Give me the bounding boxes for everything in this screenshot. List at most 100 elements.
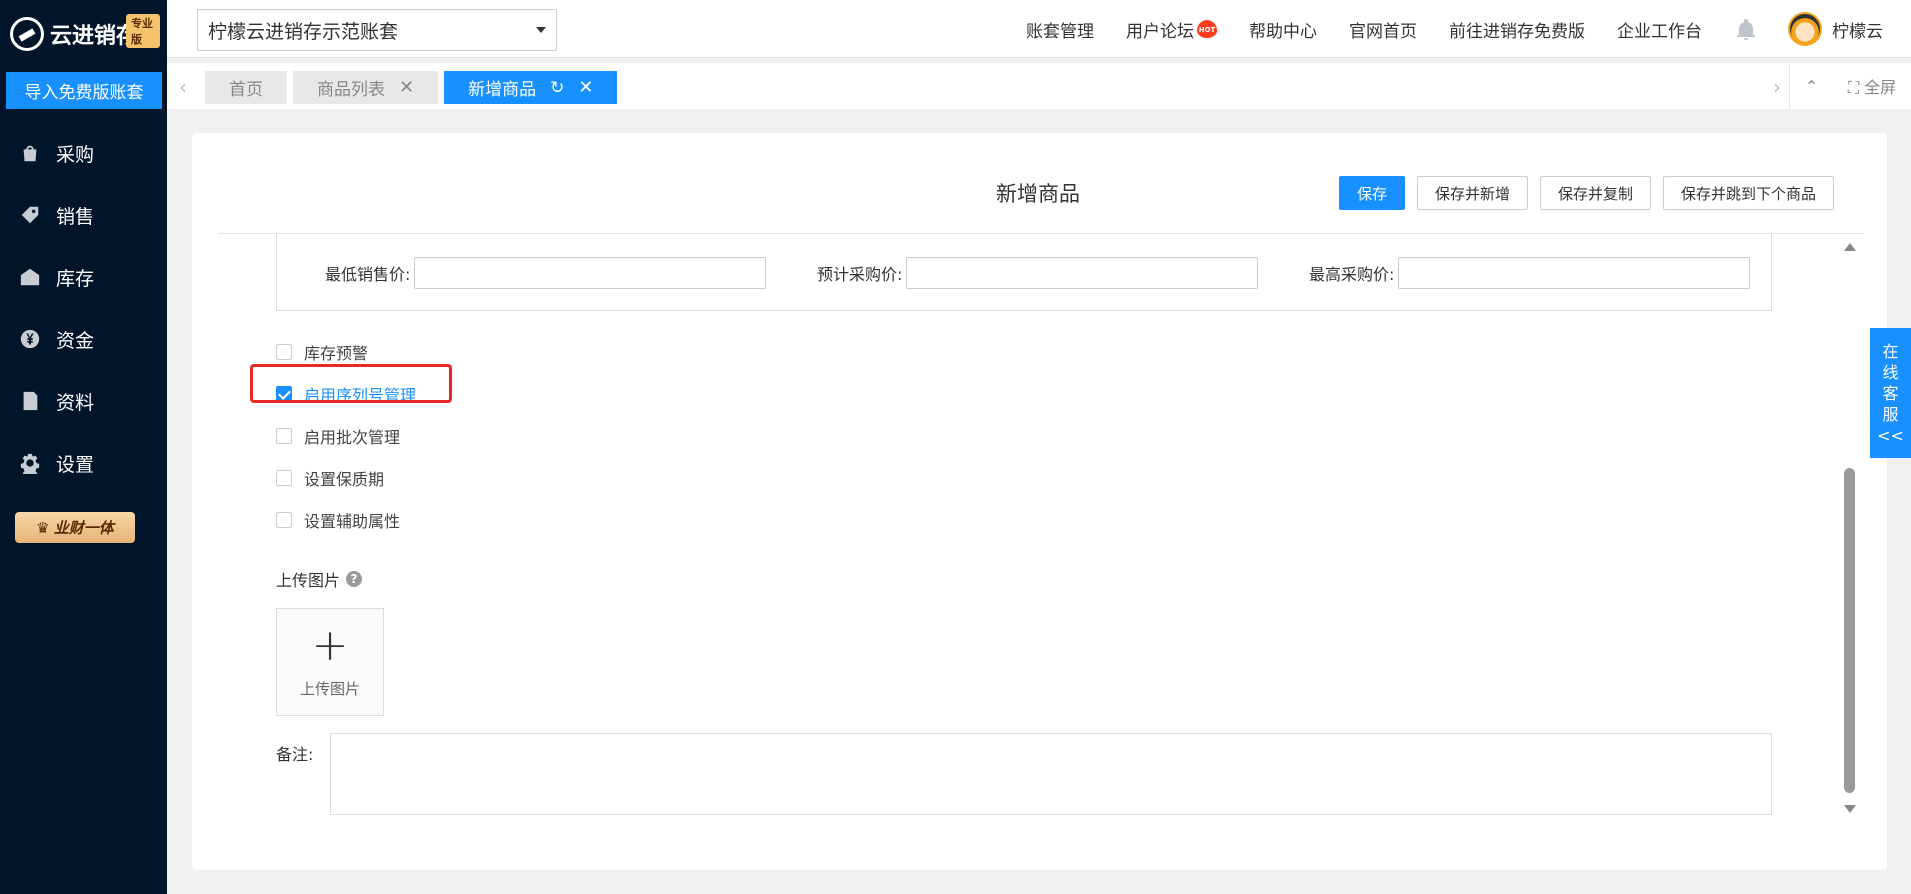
account-select[interactable]: 柠檬云进销存示范账套: [197, 9, 557, 51]
action-buttons: 保存 保存并新增 保存并复制 保存并跳到下个商品: [1338, 176, 1834, 210]
avatar: [1788, 12, 1822, 46]
option-label: 设置辅助属性: [304, 512, 401, 531]
fullscreen-button[interactable]: ⛶ 全屏: [1848, 74, 1896, 98]
page-title: 新增商品: [996, 182, 1080, 206]
expand-arrows-icon: <<: [1877, 425, 1904, 445]
nav-enterprise-workbench[interactable]: 企业工作台: [1617, 17, 1702, 42]
online-service-button[interactable]: 在 线 客 服 <<: [1870, 328, 1911, 458]
nav-official-site[interactable]: 官网首页: [1349, 17, 1417, 42]
checkbox-checked[interactable]: [276, 386, 292, 402]
import-free-account-button[interactable]: 导入免费版账套: [6, 72, 162, 109]
scroll-down-arrow-icon[interactable]: [1844, 805, 1856, 813]
close-icon[interactable]: ✕: [578, 77, 593, 98]
max-purchase-price-input[interactable]: [1398, 257, 1751, 289]
option-checklist: 库存预警 启用序列号管理 启用批次管理 设置保质期 设置辅助属性: [276, 331, 416, 541]
sidebar-item-inventory[interactable]: 库存: [0, 246, 167, 308]
gear-icon: [18, 451, 42, 475]
hot-flame-icon: HOT: [1197, 20, 1217, 38]
remark-label: 备注:: [276, 745, 314, 764]
close-icon[interactable]: ✕: [399, 77, 414, 98]
checkbox[interactable]: [276, 344, 292, 360]
option-shelf-life[interactable]: 设置保质期: [276, 457, 416, 499]
option-batch-management[interactable]: 启用批次管理: [276, 415, 416, 457]
fullscreen-icon: ⛶: [1847, 78, 1860, 97]
tag-icon: [18, 203, 42, 227]
nav-account-management[interactable]: 账套管理: [1026, 17, 1094, 42]
collapse-up-icon[interactable]: ⌃: [1805, 77, 1818, 96]
refresh-icon[interactable]: ↻: [550, 78, 564, 98]
option-label: 设置保质期: [304, 470, 385, 489]
save-button[interactable]: 保存: [1338, 176, 1405, 210]
min-sale-price-input[interactable]: [414, 257, 767, 289]
yen-coin-icon: [18, 327, 42, 351]
service-char: 客: [1882, 383, 1899, 403]
min-sale-price-field: 最低销售价:: [325, 257, 767, 289]
help-icon[interactable]: ?: [346, 571, 363, 587]
bell-icon[interactable]: [1734, 17, 1758, 41]
tab-add-product[interactable]: 新增商品 ↻ ✕: [444, 71, 618, 104]
app-logo[interactable]: 云进销存 专业版: [10, 10, 160, 58]
account-select-value: 柠檬云进销存示范账套: [208, 20, 399, 43]
plus-icon: +: [311, 619, 349, 671]
upload-image-button[interactable]: + 上传图片: [276, 608, 384, 716]
sidebar-item-funds[interactable]: 资金: [0, 308, 167, 370]
max-purchase-price-field: 最高采购价:: [1309, 257, 1751, 289]
promo-text: 业财一体: [53, 519, 114, 537]
add-product-card: 新增商品 保存 保存并新增 保存并复制 保存并跳到下个商品 最低销售价: 预计采…: [192, 133, 1887, 870]
tab-label: 商品列表: [317, 80, 385, 100]
option-serial-number[interactable]: 启用序列号管理: [276, 373, 416, 415]
estimated-purchase-price-label: 预计采购价:: [817, 265, 903, 284]
checkbox[interactable]: [276, 470, 292, 486]
sidebar-item-purchase[interactable]: 采购: [0, 122, 167, 184]
sidebar-nav: 采购 销售 库存 资金 资料 设置: [0, 122, 167, 494]
user-menu[interactable]: 柠檬云: [1788, 12, 1883, 46]
checkbox[interactable]: [276, 512, 292, 528]
shopping-bag-icon: [18, 141, 42, 165]
save-and-copy-button[interactable]: 保存并复制: [1539, 176, 1651, 210]
fullscreen-label: 全屏: [1864, 78, 1897, 97]
option-label: 启用批次管理: [304, 428, 401, 447]
sidebar-item-data[interactable]: 资料: [0, 370, 167, 432]
checkbox[interactable]: [276, 428, 292, 444]
sidebar-item-label: 库存: [56, 267, 95, 290]
sidebar: 云进销存 专业版 导入免费版账套 采购 销售 库存 资金 资料 设置 ♛ 业财一…: [0, 0, 167, 894]
scroll-up-arrow-icon[interactable]: [1844, 243, 1856, 251]
nav-user-forum[interactable]: 用户论坛 HOT: [1126, 17, 1217, 42]
price-section: 最低销售价: 预计采购价: 最高采购价:: [276, 233, 1772, 311]
chevron-left-icon[interactable]: ‹: [179, 75, 187, 99]
document-icon: [18, 389, 42, 413]
edition-badge: 专业版: [126, 14, 160, 48]
logo-text: 云进销存: [50, 24, 139, 49]
promo-banner[interactable]: ♛ 业财一体: [15, 512, 135, 543]
tab-label: 新增商品: [468, 80, 537, 100]
save-and-next-button[interactable]: 保存并跳到下个商品: [1662, 176, 1834, 210]
option-stock-warning[interactable]: 库存预警: [276, 331, 416, 373]
sidebar-item-settings[interactable]: 设置: [0, 432, 167, 494]
caret-down-icon: [536, 27, 546, 33]
remark-textarea[interactable]: [330, 733, 1772, 815]
min-sale-price-label: 最低销售价:: [325, 265, 411, 284]
option-auxiliary-attributes[interactable]: 设置辅助属性: [276, 499, 416, 541]
max-purchase-price-label: 最高采购价:: [1309, 265, 1395, 284]
nav-user-forum-label: 用户论坛: [1126, 21, 1194, 42]
estimated-purchase-price-input[interactable]: [906, 257, 1259, 289]
upload-image-caption: 上传图片: [299, 679, 360, 698]
sidebar-item-label: 采购: [56, 143, 95, 166]
service-char: 服: [1882, 404, 1899, 424]
sidebar-item-label: 资金: [56, 329, 95, 352]
tab-product-list[interactable]: 商品列表 ✕: [293, 71, 439, 104]
tab-list: 首页 商品列表 ✕ 新增商品 ↻ ✕: [205, 71, 618, 104]
sidebar-item-sales[interactable]: 销售: [0, 184, 167, 246]
service-char: 线: [1882, 362, 1899, 382]
save-and-new-button[interactable]: 保存并新增: [1416, 176, 1528, 210]
option-label: 库存预警: [304, 344, 369, 363]
vertical-scrollbar[interactable]: [1842, 243, 1858, 813]
tab-bar: ‹ 首页 商品列表 ✕ 新增商品 ↻ ✕ › ⌃ ⛶ 全屏: [167, 63, 1911, 109]
option-label: 启用序列号管理: [304, 386, 417, 405]
top-bar: 柠檬云进销存示范账套 账套管理 用户论坛 HOT 帮助中心 官网首页 前往进销存…: [167, 0, 1911, 58]
scrollbar-thumb[interactable]: [1844, 468, 1855, 793]
nav-help-center[interactable]: 帮助中心: [1249, 17, 1317, 42]
tab-home[interactable]: 首页: [205, 71, 287, 104]
nav-free-version[interactable]: 前往进销存免费版: [1449, 17, 1585, 42]
chevron-right-icon[interactable]: ›: [1773, 75, 1781, 99]
